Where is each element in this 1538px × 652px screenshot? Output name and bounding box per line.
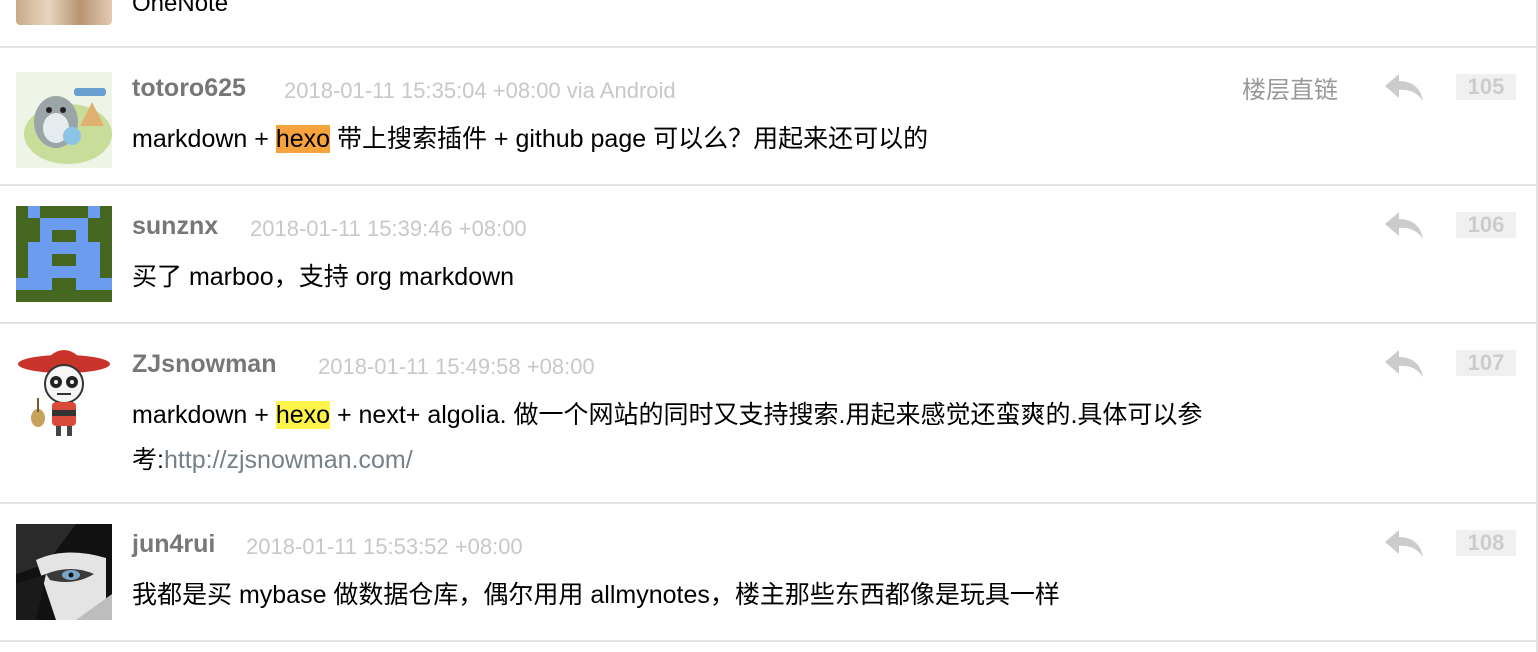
reply-number: 106 bbox=[1456, 212, 1516, 238]
reply-content: 我都是买 mybase 做数据仓库，偶尔用用 allmynotes，楼主那些东西… bbox=[132, 581, 1060, 609]
search-highlight: hexo bbox=[275, 125, 331, 153]
content-link[interactable]: http://zjsnowman.com/ bbox=[164, 446, 413, 474]
reply-cell: sunznx 2018-01-11 15:39:46 +08:00 106 买了… bbox=[0, 186, 1536, 324]
reply-number: 105 bbox=[1456, 74, 1516, 100]
search-highlight: hexo bbox=[275, 401, 331, 429]
author-name[interactable]: sunznx bbox=[132, 212, 218, 241]
reply-meta: 2018-01-11 15:39:46 +08:00 bbox=[250, 216, 527, 241]
author-name[interactable]: ZJsnowman bbox=[132, 350, 276, 379]
reply-number: 108 bbox=[1456, 530, 1516, 556]
reply-cell-partial: OneNote bbox=[0, 0, 1536, 48]
avatar[interactable] bbox=[16, 72, 112, 168]
reply-content: markdown + hexo 带上搜索插件 + github page 可以么… bbox=[132, 117, 1362, 162]
floor-link[interactable]: 楼层直链 bbox=[1242, 70, 1338, 105]
reply-meta: 2018-01-11 15:35:04 +08:00 via Android bbox=[284, 78, 676, 103]
author-name[interactable]: totoro625 bbox=[132, 74, 246, 103]
reply-arrow-icon[interactable] bbox=[1384, 72, 1424, 102]
reply-arrow-icon[interactable] bbox=[1384, 528, 1424, 558]
reply-number: 107 bbox=[1456, 350, 1516, 376]
reply-arrow-icon[interactable] bbox=[1384, 348, 1424, 378]
reply-cell: ZJsnowman 2018-01-11 15:49:58 +08:00 107… bbox=[0, 324, 1536, 504]
avatar[interactable] bbox=[16, 0, 112, 25]
content-text: 带上搜索插件 + github page 可以么？用起来还可以的 bbox=[330, 125, 929, 153]
author-name[interactable]: jun4rui bbox=[132, 530, 215, 559]
content-text: markdown + bbox=[132, 401, 276, 429]
reply-content: markdown + hexo + next+ algolia. 做一个网站的同… bbox=[132, 393, 1362, 483]
reply-content: 买了 marboo，支持 org markdown bbox=[132, 263, 515, 291]
reply-arrow-icon[interactable] bbox=[1384, 210, 1424, 240]
avatar[interactable] bbox=[16, 344, 112, 440]
content-text: markdown + bbox=[132, 125, 276, 153]
avatar[interactable] bbox=[16, 524, 112, 620]
reply-cell: totoro625 2018-01-11 15:35:04 +08:00 via… bbox=[0, 48, 1536, 186]
reply-meta: 2018-01-11 15:49:58 +08:00 bbox=[318, 354, 595, 379]
reply-list: OneNote totoro625 2018-01-11 15:35:04 +0… bbox=[0, 0, 1538, 652]
reply-cell: jun4rui 2018-01-11 15:53:52 +08:00 108 我… bbox=[0, 504, 1536, 642]
avatar[interactable] bbox=[16, 206, 112, 302]
reply-meta: 2018-01-11 15:53:52 +08:00 bbox=[246, 534, 523, 559]
reply-content: OneNote bbox=[132, 0, 229, 17]
